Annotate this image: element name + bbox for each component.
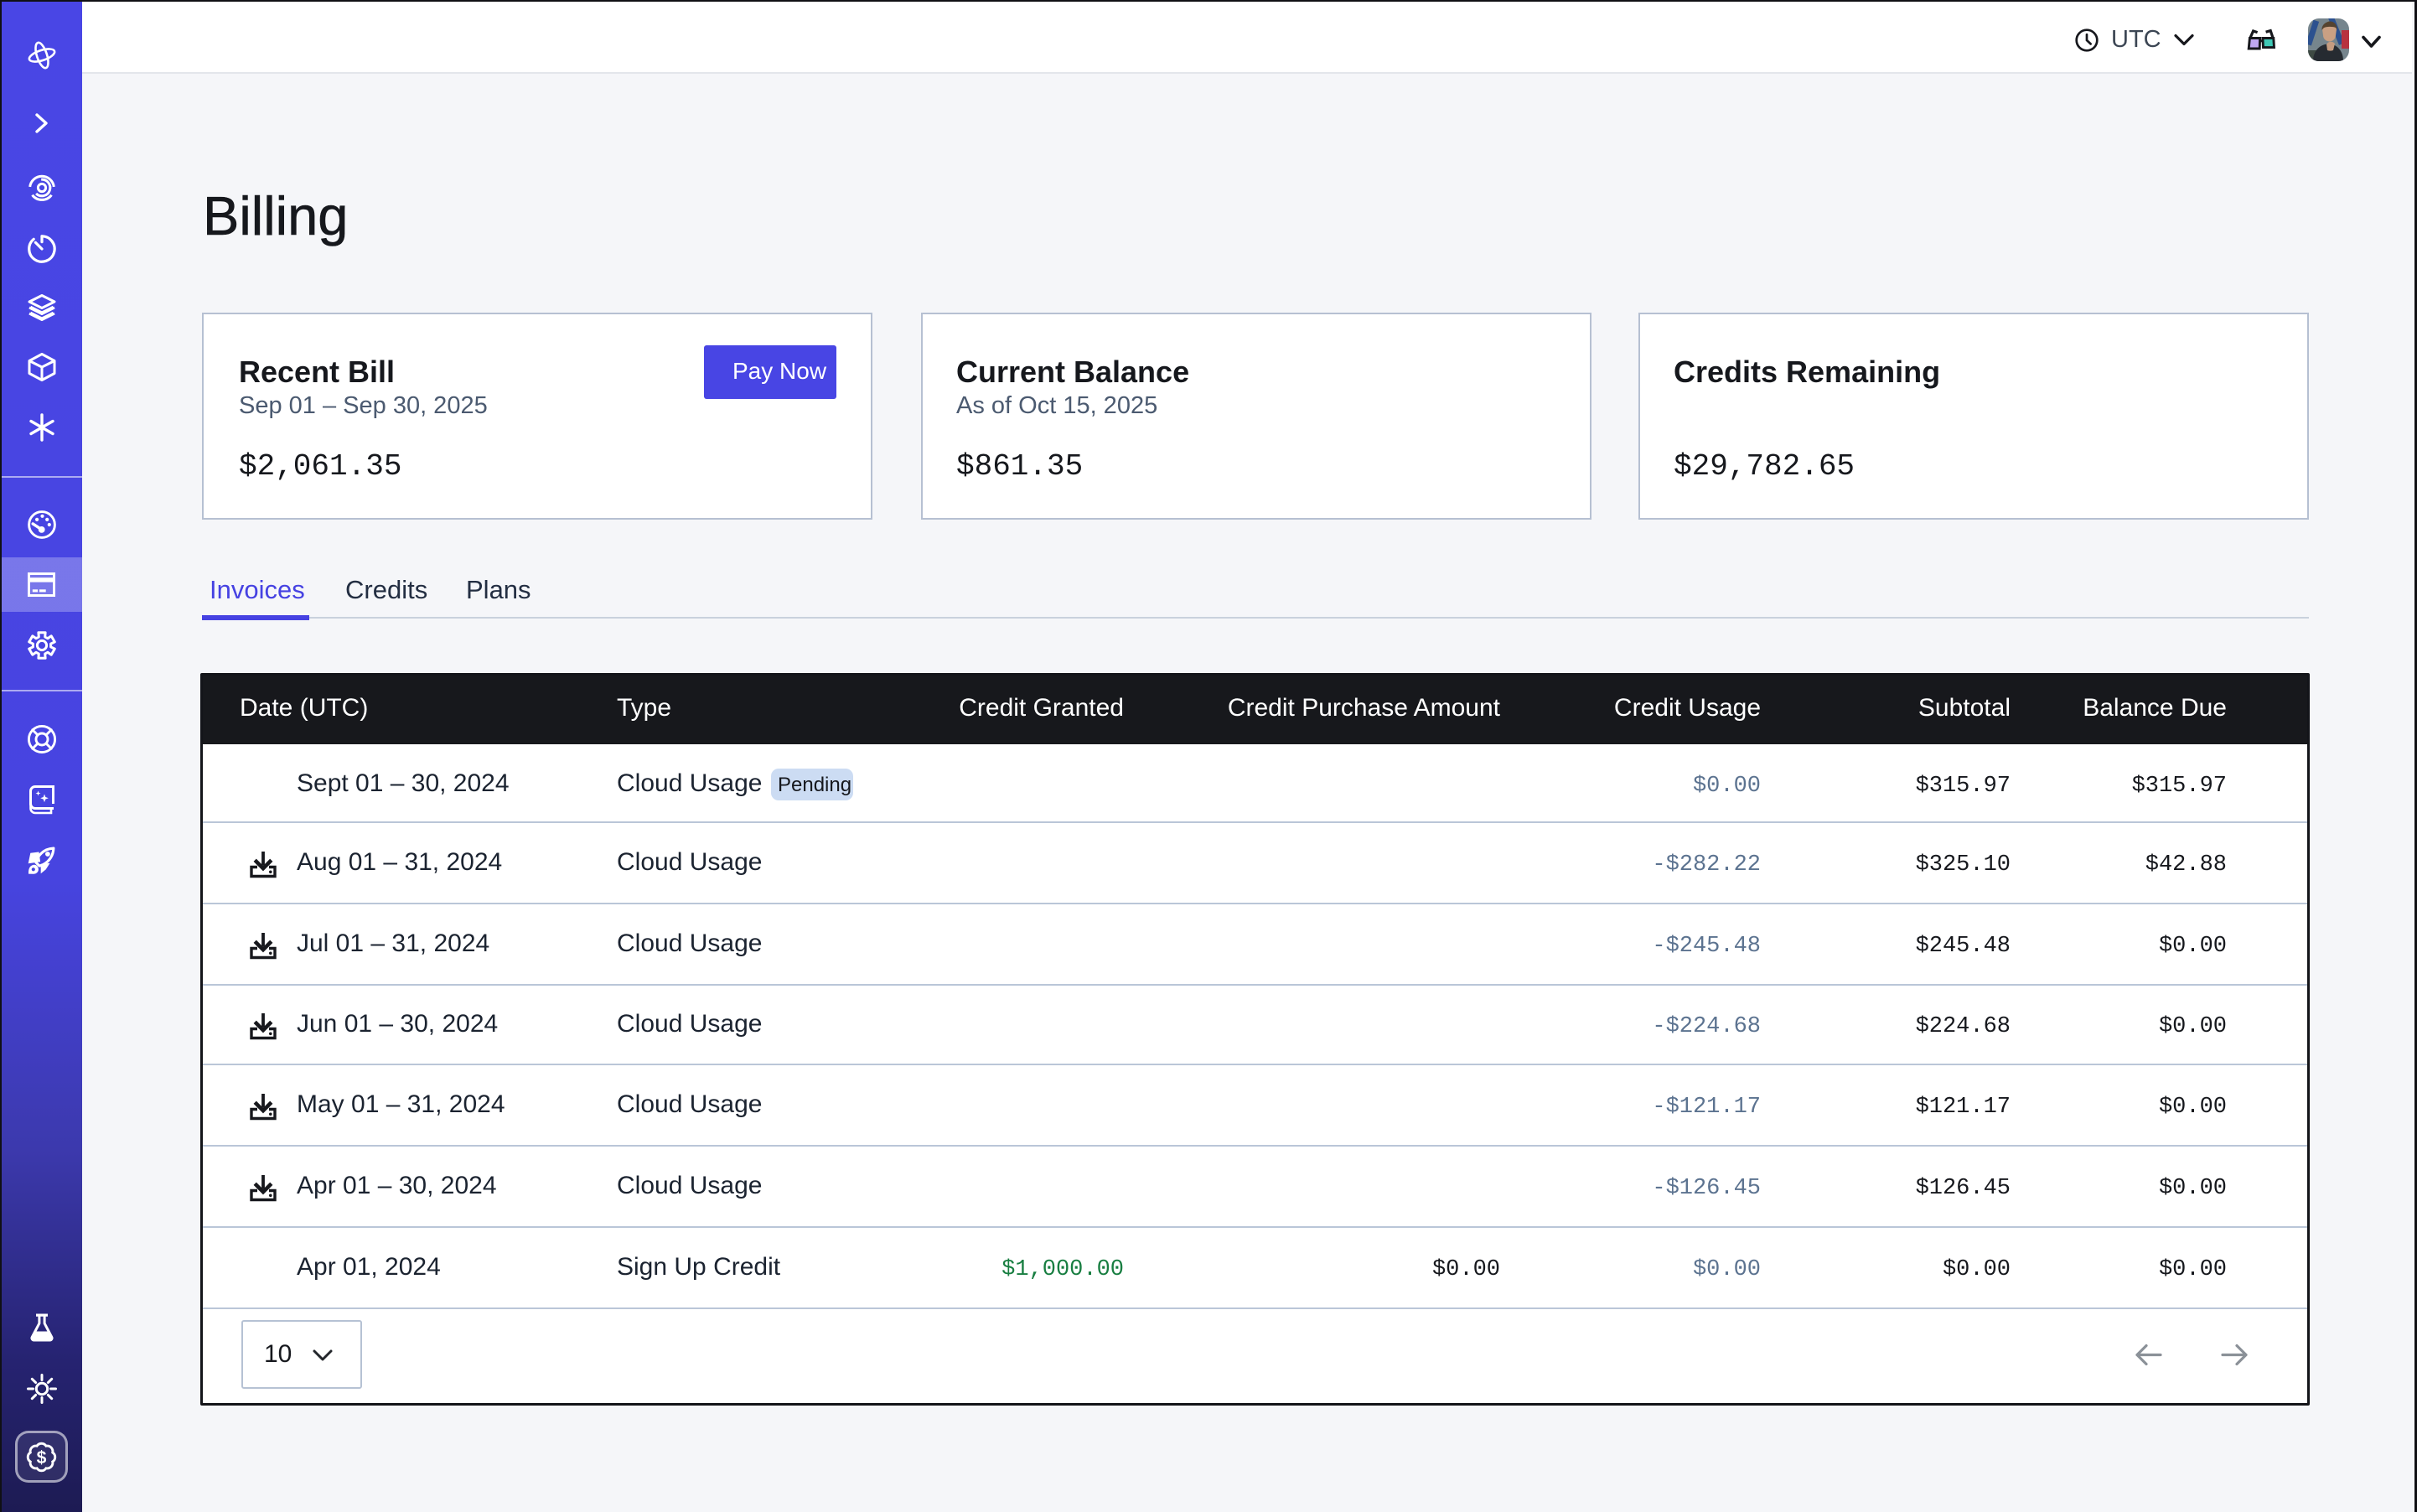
svg-text:$: $ — [37, 1448, 47, 1468]
